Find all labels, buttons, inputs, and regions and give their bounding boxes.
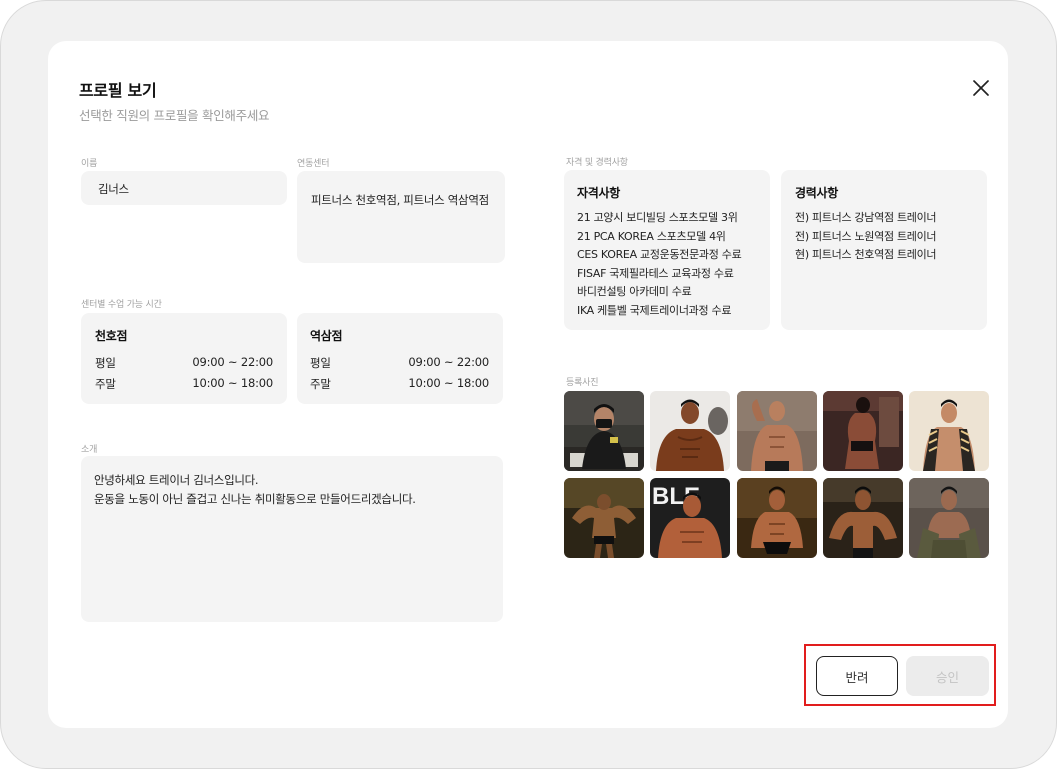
list-item: 21 PCA KOREA 스포츠모델 4위	[577, 229, 726, 243]
list-item: 전) 피트너스 강남역점 트레이너	[795, 211, 937, 224]
photo-thumbnail[interactable]	[823, 391, 903, 471]
availability-row: 주말 10:00 ~ 18:00	[310, 376, 489, 392]
list-item: CES KOREA 교정운동전문과정 수료	[577, 248, 742, 261]
career-card: 경력사항 전) 피트너스 강남역점 트레이너 전) 피트너스 노원역점 트레이너…	[781, 170, 987, 330]
intro-line-2: 운동을 노동이 아닌 즐겁고 신나는 취미활동으로 만들어드리겠습니다.	[94, 492, 416, 506]
name-value: 김너스	[98, 182, 129, 196]
center-label: 연동센터	[297, 159, 330, 169]
availability-row: 평일 09:00 ~ 22:00	[95, 355, 273, 371]
availability-row: 평일 09:00 ~ 22:00	[310, 355, 489, 371]
availability-row: 주말 10:00 ~ 18:00	[95, 376, 273, 392]
photos-label: 등록사진	[566, 378, 599, 388]
day-label: 주말	[310, 377, 331, 391]
intro-field: 안녕하세요 트레이너 김너스입니다. 운동을 노동이 아닌 즐겁고 신나는 취미…	[81, 456, 503, 622]
page-title: 프로필 보기	[79, 81, 157, 100]
page-subtitle: 선택한 직원의 프로필을 확인해주세요	[79, 108, 270, 123]
center-name: 천호점	[95, 329, 128, 343]
photo-thumbnail[interactable]	[650, 391, 730, 471]
certifications-list: 21 고양시 보디빌딩 스포츠모델 3위 21 PCA KOREA 스포츠모델 …	[577, 209, 742, 320]
name-label: 이름	[81, 159, 98, 169]
close-button[interactable]	[970, 77, 992, 99]
availability-card-yeoksam: 역삼점 평일 09:00 ~ 22:00 주말 10:00 ~ 18:00	[297, 313, 503, 404]
intro-line-1: 안녕하세요 트레이너 김너스입니다.	[94, 473, 259, 487]
day-label: 주말	[95, 377, 116, 391]
photo-thumbnail[interactable]	[909, 478, 989, 558]
list-item: FISAF 국제필라테스 교육과정 수료	[577, 266, 734, 280]
name-field: 김너스	[81, 171, 287, 205]
day-label: 평일	[310, 356, 331, 370]
list-item: IKA 케틀벨 국제트레이너과정 수료	[577, 303, 732, 317]
day-label: 평일	[95, 356, 116, 370]
action-highlight-box	[804, 644, 996, 706]
photo-thumbnail[interactable]	[737, 478, 817, 558]
time-range: 10:00 ~ 18:00	[408, 376, 489, 390]
center-name: 역삼점	[310, 329, 343, 343]
career-list: 전) 피트너스 강남역점 트레이너 전) 피트너스 노원역점 트레이너 현) 피…	[795, 209, 937, 265]
time-range: 09:00 ~ 22:00	[192, 355, 273, 369]
photo-thumbnail[interactable]	[823, 478, 903, 558]
list-item: 현) 피트너스 천호역점 트레이너	[795, 248, 937, 261]
photo-thumbnail[interactable]	[909, 391, 989, 471]
profile-modal: 프로필 보기 선택한 직원의 프로필을 확인해주세요 이름 김너스 연동센터 피…	[48, 41, 1008, 728]
photo-thumbnail[interactable]	[564, 391, 644, 471]
time-range: 10:00 ~ 18:00	[192, 376, 273, 390]
close-icon	[973, 80, 989, 96]
list-item: 바디컨설팅 아카데미 수료	[577, 285, 692, 298]
list-item: 21 고양시 보디빌딩 스포츠모델 3위	[577, 211, 738, 224]
availability-card-cheonho: 천호점 평일 09:00 ~ 22:00 주말 10:00 ~ 18:00	[81, 313, 287, 404]
intro-label: 소개	[81, 445, 98, 455]
list-item: 전) 피트너스 노원역점 트레이너	[795, 229, 937, 243]
photo-thumbnail[interactable]	[737, 391, 817, 471]
certifications-title: 자격사항	[577, 186, 620, 200]
photo-thumbnail[interactable]: BLE	[650, 478, 730, 558]
certifications-card: 자격사항 21 고양시 보디빌딩 스포츠모델 3위 21 PCA KOREA 스…	[564, 170, 770, 330]
qualifications-label: 자격 및 경력사항	[566, 158, 628, 168]
career-title: 경력사항	[795, 186, 838, 200]
center-field: 피트너스 천호역점, 피트너스 역삼역점	[297, 171, 505, 263]
time-range: 09:00 ~ 22:00	[408, 355, 489, 369]
photo-thumbnail[interactable]	[564, 478, 644, 558]
availability-label: 센터별 수업 가능 시간	[81, 300, 162, 310]
center-value: 피트너스 천호역점, 피트너스 역삼역점	[311, 193, 489, 207]
